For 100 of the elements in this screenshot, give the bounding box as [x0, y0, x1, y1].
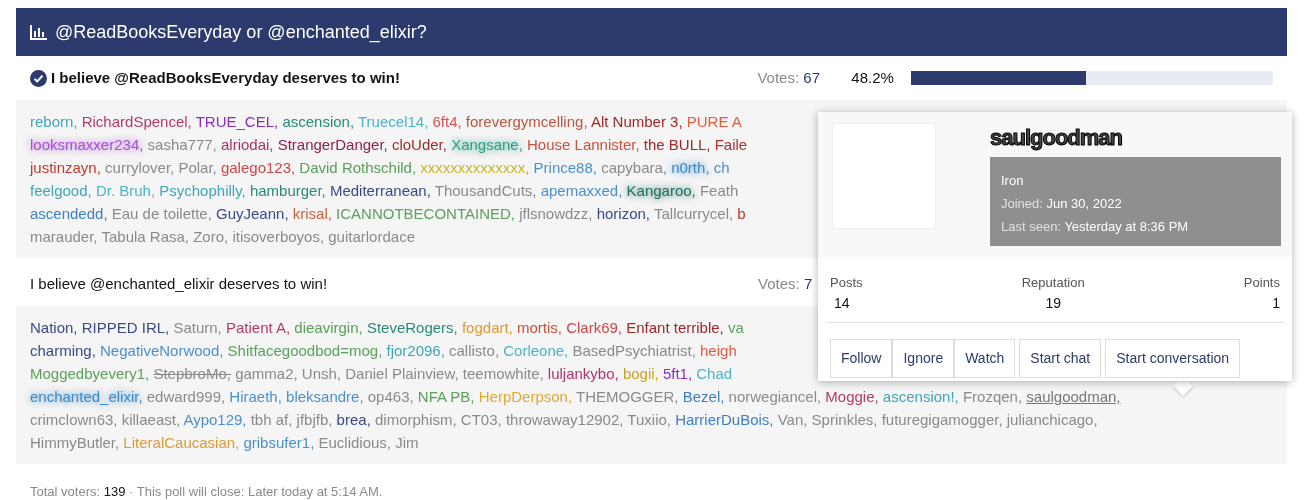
voter-name[interactable]: NegativeNorwood,: [100, 342, 224, 359]
voter-name[interactable]: hamburger,: [249, 182, 326, 199]
voter-name[interactable]: RIPPED IRL,: [81, 319, 170, 336]
voter-name[interactable]: b: [737, 205, 746, 222]
voter-name[interactable]: the BULL,: [643, 136, 711, 153]
voter-name[interactable]: julianchicago,: [1006, 411, 1098, 428]
voter-name[interactable]: capybara,: [601, 159, 667, 176]
voter-name[interactable]: sasha777,: [147, 136, 217, 153]
voter-name[interactable]: mortis,: [517, 319, 562, 336]
voter-name[interactable]: Truecel14,: [358, 113, 429, 130]
action-button[interactable]: Start conversation: [1105, 338, 1241, 378]
voter-name[interactable]: jflsnowdzz,: [519, 205, 593, 222]
voter-name[interactable]: Daniel Plainview,: [345, 365, 459, 382]
voter-name[interactable]: horizon,: [596, 205, 651, 222]
voter-name[interactable]: StrangerDanger,: [277, 136, 388, 153]
voter-name[interactable]: Sprinkles,: [811, 411, 878, 428]
voter-name[interactable]: op463,: [367, 388, 414, 405]
voter-name[interactable]: forevergymcelling,: [465, 113, 588, 130]
voter-name[interactable]: 5ft1,: [662, 365, 693, 382]
voter-name[interactable]: ascendedd,: [30, 205, 108, 222]
voter-name[interactable]: Frozqen,: [962, 388, 1023, 405]
action-button[interactable]: Ignore: [892, 338, 955, 378]
voter-name[interactable]: TRUE_CEL,: [195, 113, 279, 130]
voter-name[interactable]: apemaxxed,: [540, 182, 623, 199]
voter-name[interactable]: Zoro,: [193, 228, 229, 245]
voter-name[interactable]: xxxxxxxxxxxxxx,: [420, 159, 530, 176]
voter-name[interactable]: ICANNOTBECONTAINED,: [336, 205, 515, 222]
action-button[interactable]: Start chat: [1019, 338, 1102, 378]
voter-name[interactable]: marauder,: [30, 228, 98, 245]
voter-name[interactable]: charming,: [30, 342, 96, 359]
voter-name[interactable]: HerpDerpson,: [478, 388, 573, 405]
voter-name[interactable]: cloUder,: [391, 136, 447, 153]
voter-name[interactable]: Tabula Rasa,: [101, 228, 189, 245]
voter-name[interactable]: krisal,: [292, 205, 332, 222]
voter-name[interactable]: brea,: [336, 411, 371, 428]
voter-name[interactable]: ch: [713, 159, 730, 176]
voter-name[interactable]: ascension,: [282, 113, 355, 130]
voter-name[interactable]: LiteralCaucasian,: [123, 434, 240, 451]
voter-name[interactable]: galego123,: [220, 159, 296, 176]
voter-name[interactable]: futuregigamogger,: [881, 411, 1003, 428]
voter-name[interactable]: StepbroMo,: [153, 365, 231, 382]
voter-name[interactable]: David Rothschild,: [299, 159, 417, 176]
voter-name[interactable]: Moggedbyevery1,: [30, 365, 150, 382]
voter-name[interactable]: Faile: [714, 136, 748, 153]
voter-name[interactable]: Jim: [395, 434, 419, 451]
voter-name[interactable]: Moggie,: [825, 388, 879, 405]
voter-name[interactable]: Psychophilly,: [159, 182, 246, 199]
voter-name[interactable]: fjor2096,: [386, 342, 445, 359]
username[interactable]: saulgoodman: [990, 123, 1281, 153]
voter-name[interactable]: n0rth,: [671, 159, 710, 176]
voter-name[interactable]: Unsh,: [301, 365, 342, 382]
voter-name[interactable]: THEMOGGER,: [576, 388, 679, 405]
voter-name[interactable]: BasedPsychiatrist,: [572, 342, 696, 359]
voter-name[interactable]: CT03,: [460, 411, 502, 428]
voter-name[interactable]: alriodai,: [220, 136, 274, 153]
voter-name[interactable]: guitarlordace: [328, 228, 415, 245]
voter-name[interactable]: Chad: [696, 365, 733, 382]
voter-name[interactable]: Patient A,: [225, 319, 291, 336]
voter-name[interactable]: killaeast,: [121, 411, 181, 428]
voter-name[interactable]: saulgoodman,: [1026, 388, 1121, 405]
voter-name[interactable]: Tuxiio,: [627, 411, 671, 428]
voter-name[interactable]: reborn,: [30, 113, 78, 130]
voter-name[interactable]: Eau de toilette,: [111, 205, 212, 222]
voter-name[interactable]: enchanted_elixir,: [30, 388, 143, 405]
voter-name[interactable]: norwegiancel,: [728, 388, 822, 405]
voter-name[interactable]: PURE A: [686, 113, 742, 130]
voter-name[interactable]: Enfant terrible,: [626, 319, 724, 336]
voter-name[interactable]: Bezel,: [682, 388, 725, 405]
action-button[interactable]: Watch: [954, 338, 1016, 378]
voter-name[interactable]: Mediterranean,: [329, 182, 431, 199]
voter-name[interactable]: throwaway12902,: [505, 411, 624, 428]
voter-name[interactable]: fogdart,: [461, 319, 513, 336]
voter-name[interactable]: Feath: [699, 182, 739, 199]
voter-name[interactable]: heigh: [700, 342, 737, 359]
voter-name[interactable]: Hiraeth,: [229, 388, 282, 405]
voter-name[interactable]: Nation,: [30, 319, 78, 336]
voter-name[interactable]: 6ft4,: [432, 113, 462, 130]
voter-name[interactable]: va: [727, 319, 744, 336]
voter-name[interactable]: Xangsane,: [451, 136, 523, 153]
voter-name[interactable]: dieavirgin,: [294, 319, 363, 336]
voter-name[interactable]: Prince88,: [533, 159, 597, 176]
voter-name[interactable]: Tallcurrycel,: [653, 205, 734, 222]
voter-name[interactable]: Clark69,: [566, 319, 623, 336]
voter-name[interactable]: currylover,: [105, 159, 175, 176]
voter-name[interactable]: HimmyButler,: [30, 434, 120, 451]
action-button[interactable]: Follow: [830, 338, 893, 378]
voter-name[interactable]: NFA PB,: [417, 388, 475, 405]
voter-name[interactable]: Alt Number 3,: [590, 113, 683, 130]
voter-name[interactable]: dimorphism,: [375, 411, 457, 428]
voter-name[interactable]: SteveRogers,: [366, 319, 458, 336]
voter-name[interactable]: ThousandCuts,: [434, 182, 537, 199]
voter-name[interactable]: Corleone,: [503, 342, 569, 359]
voter-name[interactable]: GuyJeann,: [216, 205, 289, 222]
voter-name[interactable]: tbh af,: [250, 411, 293, 428]
voter-name[interactable]: Van,: [777, 411, 808, 428]
voter-name[interactable]: House Lannister,: [527, 136, 640, 153]
voter-name[interactable]: HarrierDuBois,: [675, 411, 774, 428]
voter-name[interactable]: luljankybo,: [547, 365, 619, 382]
voter-name[interactable]: bogii,: [622, 365, 659, 382]
voter-name[interactable]: edward999,: [146, 388, 226, 405]
